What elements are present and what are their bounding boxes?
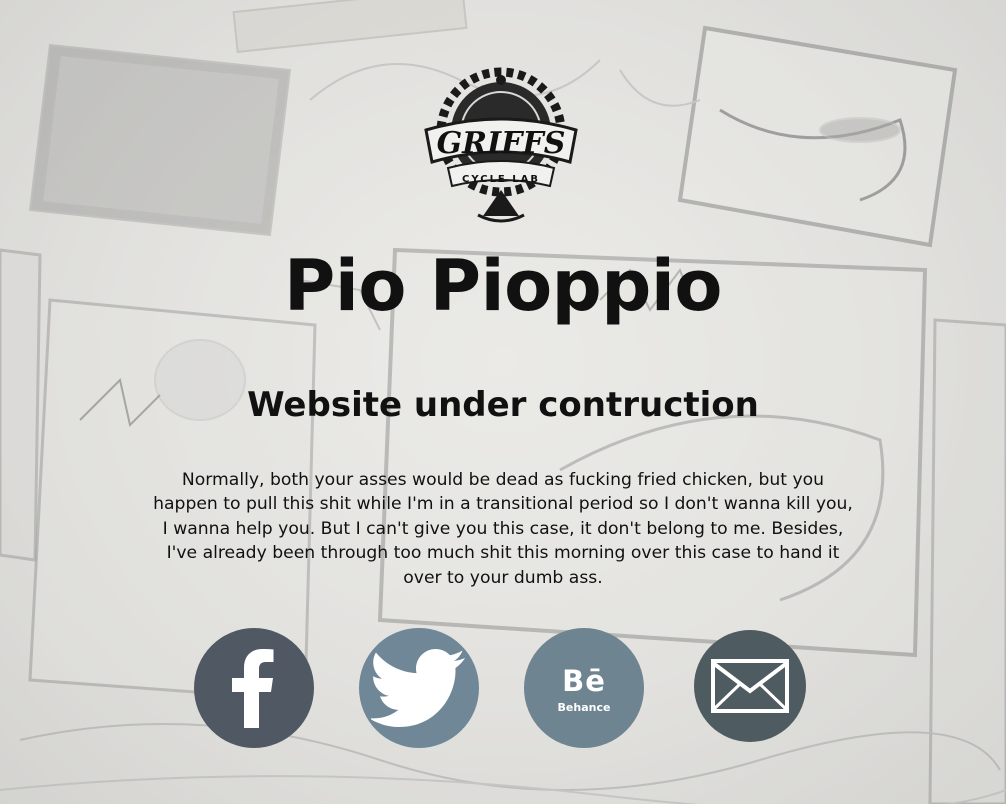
griffs-cycle-lab-logo: GRIFFS CYCLE LAB (418, 50, 584, 230)
twitter-bird-icon (371, 649, 465, 727)
logo-wordmark: GRIFFS (437, 126, 566, 161)
behance-icon: Bē Behance (558, 666, 611, 714)
behance-button[interactable]: Bē Behance (524, 628, 644, 748)
behance-glyph: Bē (562, 664, 606, 698)
behance-label: Behance (557, 701, 611, 714)
facebook-icon (232, 649, 274, 728)
page-title: Pio Pioppio (284, 245, 722, 327)
intro-paragraph: Normally, both your asses would be dead … (153, 470, 853, 588)
envelope-icon (711, 659, 789, 713)
twitter-button[interactable] (359, 628, 479, 748)
page-subtitle: Website under contruction (247, 385, 759, 425)
logo-subtitle: CYCLE LAB (462, 174, 540, 185)
email-button[interactable] (694, 630, 806, 742)
facebook-button[interactable] (194, 628, 314, 748)
